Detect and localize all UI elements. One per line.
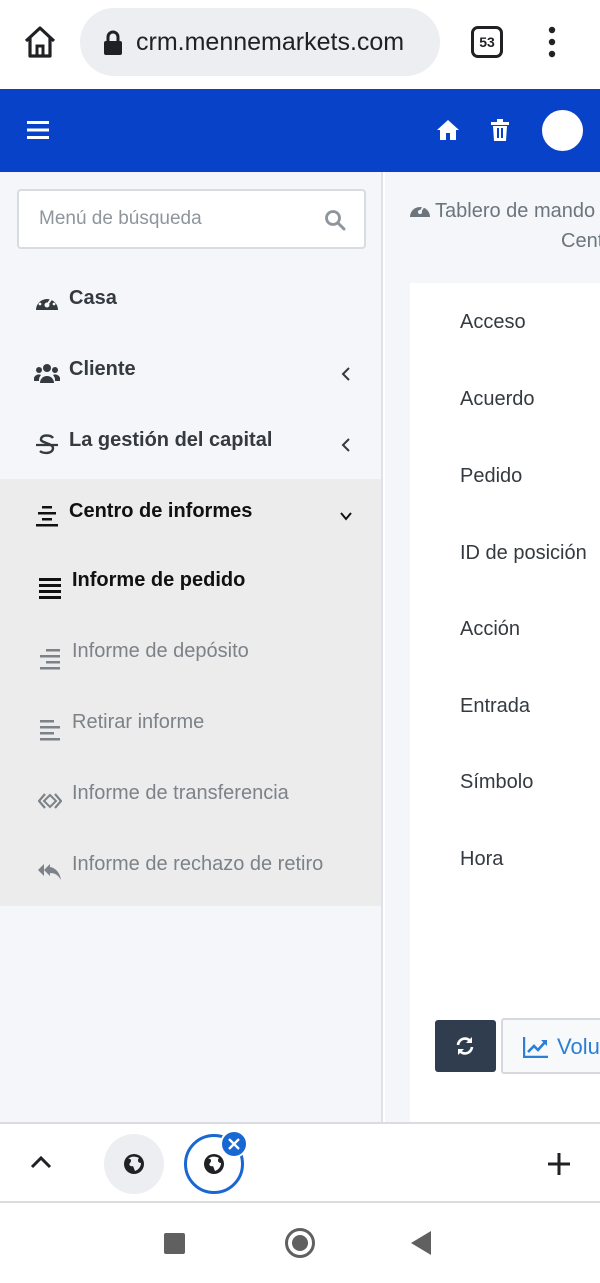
dashboard-gauge-icon (36, 297, 58, 310)
main-content: Tablero de mando Centro de informes Acce… (385, 172, 600, 1122)
align-left-icon (40, 720, 60, 741)
chevron-left-icon (341, 438, 350, 452)
user-avatar[interactable] (542, 110, 583, 151)
field-label: Hora (460, 848, 504, 870)
field-label: ID de posición (460, 542, 587, 564)
subitem-deposit-report[interactable]: Informe de depósito (0, 623, 381, 694)
reply-all-icon (38, 864, 61, 880)
subitem-label: Informe de depósito (72, 640, 249, 662)
field-label: Acceso (460, 311, 526, 333)
field-label: Pedido (460, 465, 523, 487)
search-icon[interactable] (324, 209, 346, 231)
chevron-up-icon[interactable] (30, 1154, 52, 1170)
sidebar-item-cliente[interactable]: Cliente (0, 339, 383, 410)
refresh-icon (456, 1037, 474, 1055)
subitem-label: Informe de transferencia (72, 782, 289, 804)
subitem-label: Informe de pedido (72, 569, 246, 591)
sidebar: Casa Cliente La gestión del capital (0, 172, 383, 1122)
more-vert-icon[interactable] (540, 24, 564, 60)
subitem-rejection-report[interactable]: Informe de rechazo de retiro (0, 836, 381, 907)
globe-icon (204, 1154, 224, 1174)
app-header (0, 89, 600, 172)
line-chart-icon (523, 1037, 548, 1058)
sidebar-item-label: La gestión del capital (69, 429, 273, 451)
report-filter-card: Acceso Acuerdo Pedido ID de posición Acc… (410, 283, 600, 1122)
field-label: Símbolo (460, 771, 534, 793)
field-label: Entrada (460, 695, 531, 717)
sidebar-item-label: Centro de informes (69, 500, 253, 522)
tab-switcher-button[interactable]: 53 (471, 26, 503, 58)
address-bar[interactable]: crm.mennemarkets.com (80, 8, 440, 76)
align-center-icon (36, 506, 58, 527)
sidebar-item-label: Cliente (69, 358, 136, 380)
url-text: crm.mennemarkets.com (136, 28, 405, 56)
browser-tab-strip (0, 1122, 600, 1203)
home-icon[interactable] (436, 119, 460, 141)
list-bars-icon (39, 578, 61, 599)
browser-home-icon[interactable] (20, 22, 60, 62)
trash-icon[interactable] (490, 119, 510, 141)
breadcrumb: Tablero de mando (409, 200, 595, 223)
subitem-order-report[interactable]: Informe de pedido (0, 552, 381, 623)
close-tab-icon[interactable] (220, 1130, 248, 1158)
field-label: Acción (460, 618, 521, 640)
recent-apps-icon[interactable] (164, 1233, 185, 1254)
subitem-label: Retirar informe (72, 711, 205, 733)
field-label: Acuerdo (460, 388, 535, 410)
hamburger-menu-icon[interactable] (27, 121, 49, 139)
transfer-icon (38, 793, 62, 809)
back-icon[interactable] (411, 1231, 431, 1255)
align-right-icon (40, 649, 60, 670)
sidebar-item-casa[interactable]: Casa (0, 268, 383, 339)
globe-icon (124, 1154, 144, 1174)
subitem-label: Informe de rechazo de retiro (72, 853, 324, 875)
volume-button[interactable]: Volumen (501, 1018, 600, 1074)
strikethrough-s-icon (36, 434, 58, 455)
volume-button-label: Volumen (557, 1034, 600, 1059)
subitem-withdraw-report[interactable]: Retirar informe (0, 694, 381, 765)
breadcrumb-dashboard[interactable]: Tablero de mando (435, 200, 595, 222)
sidebar-item-reports[interactable]: Centro de informes (0, 481, 383, 552)
sidebar-item-label: Casa (69, 287, 117, 309)
system-navigation-bar (0, 1203, 600, 1283)
chevron-down-icon (340, 512, 352, 521)
plus-icon[interactable] (546, 1151, 572, 1177)
sidebar-item-capital[interactable]: La gestión del capital (0, 410, 383, 481)
lock-icon (104, 30, 122, 55)
sidebar-search (17, 189, 366, 249)
chevron-left-icon (341, 367, 350, 381)
refresh-button[interactable] (435, 1020, 496, 1072)
browser-toolbar: crm.mennemarkets.com 53 (0, 0, 600, 88)
search-input[interactable] (39, 191, 319, 247)
system-home-icon[interactable] (285, 1228, 315, 1258)
subitem-transfer-report[interactable]: Informe de transferencia (0, 765, 381, 836)
dashboard-gauge-icon (410, 205, 430, 217)
tab-thumbnail[interactable] (104, 1134, 164, 1194)
users-icon (34, 364, 60, 383)
breadcrumb-current: Centro de informes (561, 230, 600, 252)
